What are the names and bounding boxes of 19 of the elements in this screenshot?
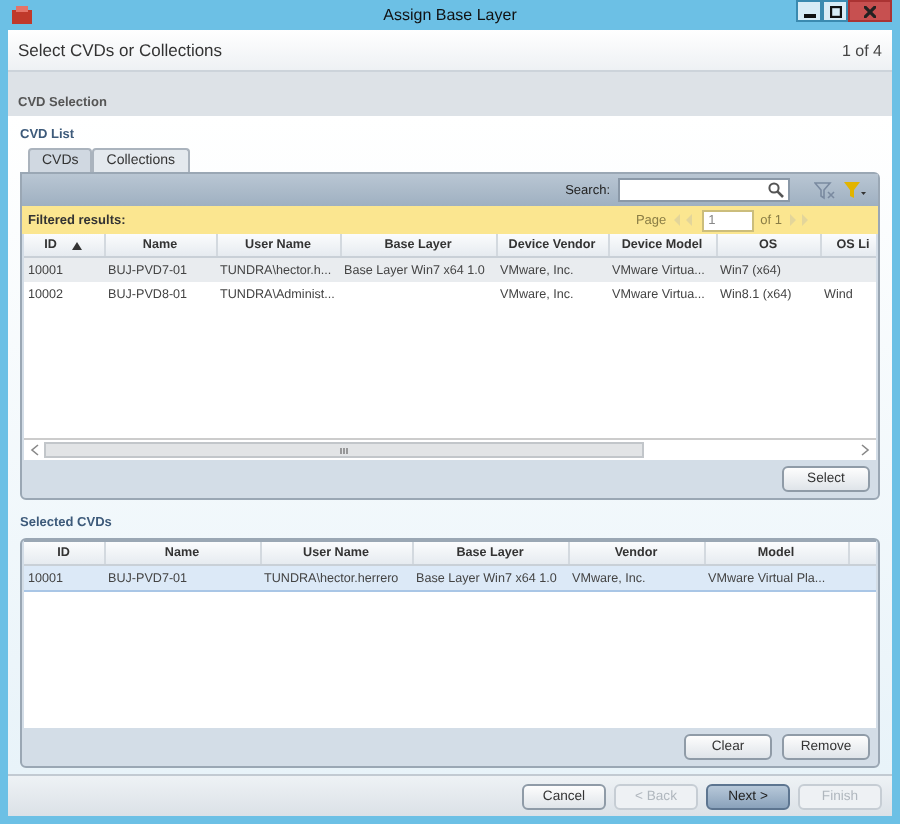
clear-filter-icon[interactable] — [814, 181, 836, 199]
maximize-button[interactable] — [822, 0, 848, 22]
app-icon — [12, 6, 32, 24]
grip-icon — [340, 447, 349, 453]
close-icon — [864, 5, 876, 17]
minimize-button[interactable] — [796, 0, 822, 22]
horizontal-scrollbar[interactable] — [24, 438, 876, 460]
scroll-right-icon[interactable] — [860, 444, 870, 456]
page-title: Select CVDs or Collections — [18, 40, 223, 60]
scrollbar-thumb[interactable] — [44, 442, 645, 458]
scroll-left-icon[interactable] — [30, 444, 40, 456]
filter-icon[interactable] — [844, 181, 866, 199]
step-counter: 1 of 4 — [841, 41, 882, 59]
search-icon — [768, 182, 784, 198]
search-field[interactable] — [618, 178, 790, 202]
window-title: Assign Base Layer — [383, 6, 517, 24]
close-button[interactable] — [848, 0, 892, 22]
maximize-icon — [829, 5, 841, 17]
sort-ascending-icon — [72, 241, 83, 249]
